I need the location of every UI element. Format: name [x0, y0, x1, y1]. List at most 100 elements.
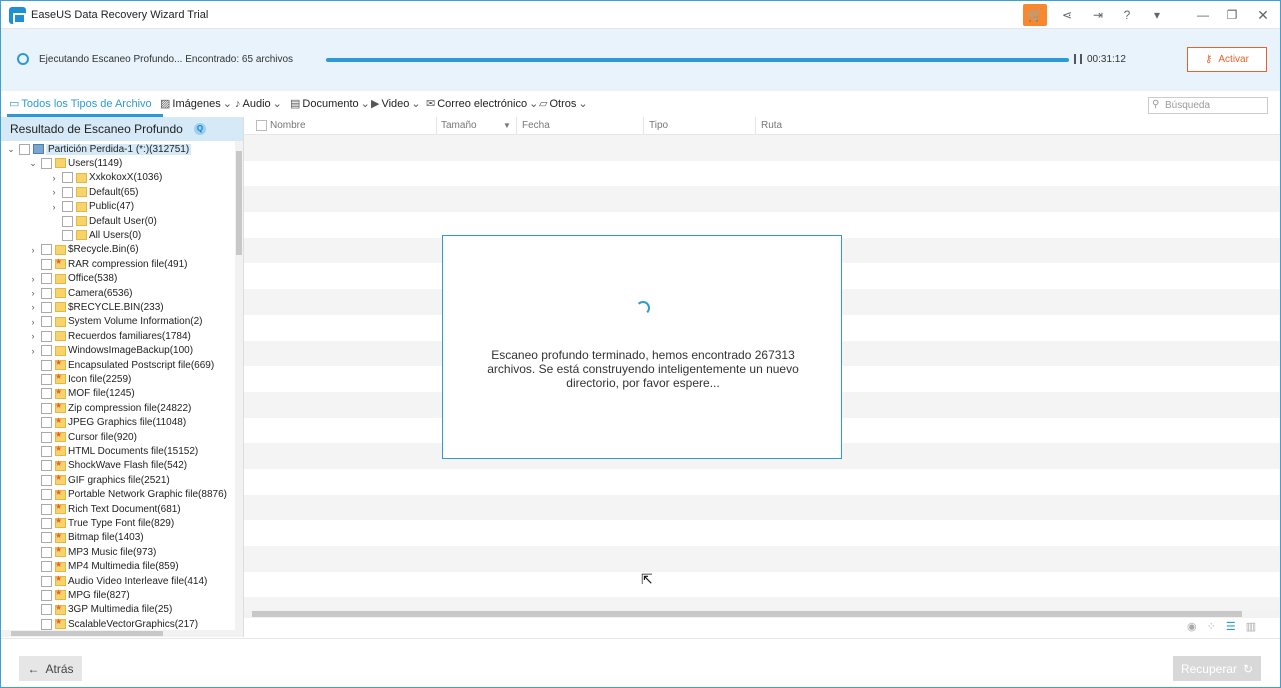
tree-node-checkbox[interactable]	[41, 503, 52, 515]
chevron-right-icon[interactable]: ›	[28, 302, 38, 312]
tree-node-checkbox[interactable]	[62, 201, 73, 213]
list-view-icon[interactable]: ☰	[1226, 620, 1236, 633]
activate-button[interactable]: ⚷ Activar	[1187, 47, 1267, 72]
select-all-checkbox[interactable]	[256, 120, 267, 131]
tree-node[interactable]: 3GP Multimedia file(25)	[28, 603, 172, 617]
tab-document[interactable]: ▤ Documento ⌄	[290, 97, 370, 111]
tree-node-checkbox[interactable]	[41, 330, 52, 342]
tree-node[interactable]: MP4 Multimedia file(859)	[28, 560, 179, 574]
tree-node[interactable]: › Office(538)	[28, 272, 117, 286]
chevron-down-icon[interactable]: ⌄	[6, 144, 16, 155]
tree-node-checkbox[interactable]	[41, 546, 52, 558]
tab-audio[interactable]: ♪ Audio ⌄	[235, 97, 282, 111]
tree-node[interactable]: › Camera(6536)	[28, 286, 132, 300]
tree-node[interactable]: MOF file(1245)	[28, 387, 135, 401]
chevron-right-icon[interactable]: ›	[49, 202, 59, 212]
tab-video[interactable]: ▶ Video ⌄	[371, 97, 421, 111]
tree-node-checkbox[interactable]	[41, 316, 52, 328]
tree-node[interactable]: › XxkokoxX(1036)	[49, 171, 162, 185]
column-date[interactable]: Fecha	[522, 120, 550, 131]
search-input[interactable]: ⚲ Búsqueda	[1148, 97, 1268, 114]
share-icon[interactable]: ⋖	[1055, 4, 1079, 26]
tree-node[interactable]: ⌄ Users(1149)	[28, 156, 122, 170]
maximize-button[interactable]: ❐	[1220, 4, 1244, 26]
column-type[interactable]: Tipo	[649, 120, 668, 131]
chevron-right-icon[interactable]: ›	[28, 245, 38, 255]
tree-node[interactable]: Cursor file(920)	[28, 430, 137, 444]
tree-node[interactable]: GIF graphics file(2521)	[28, 473, 170, 487]
tree-node[interactable]: Bitmap file(1403)	[28, 531, 144, 545]
cart-icon[interactable]: 🛒	[1023, 4, 1047, 26]
sort-down-icon[interactable]: ▼	[503, 121, 511, 130]
chevron-right-icon[interactable]: ›	[28, 346, 38, 356]
tree-node-checkbox[interactable]	[41, 287, 52, 299]
tree-node-checkbox[interactable]	[62, 229, 73, 241]
detail-view-icon[interactable]: ▥	[1246, 620, 1256, 633]
tree-node[interactable]: Encapsulated Postscript file(669)	[28, 358, 214, 372]
tree-node[interactable]: › Default(65)	[49, 185, 138, 199]
tree-node-checkbox[interactable]	[41, 301, 52, 313]
tree-node[interactable]: Rich Text Document(681)	[28, 502, 181, 516]
tree-node-checkbox[interactable]	[41, 460, 52, 472]
tree-node-checkbox[interactable]	[41, 474, 52, 486]
tree-node[interactable]: HTML Documents file(15152)	[28, 444, 198, 458]
tree-node-checkbox[interactable]	[62, 172, 73, 184]
tree-node-checkbox[interactable]	[41, 373, 52, 385]
tree-node-checkbox[interactable]	[41, 445, 52, 457]
tree-node[interactable]: Default User(0)	[49, 214, 157, 228]
tree-node[interactable]: Zip compression file(24822)	[28, 401, 191, 415]
tree-node-checkbox[interactable]	[41, 489, 52, 501]
tree-node[interactable]: ScalableVectorGraphics(217)	[28, 617, 198, 631]
tree-node-checkbox[interactable]	[41, 345, 52, 357]
tree-node-checkbox[interactable]	[41, 157, 52, 169]
tree-node-checkbox[interactable]	[41, 618, 52, 630]
tab-images[interactable]: ▨ Imágenes ⌄	[160, 97, 232, 111]
tree-node[interactable]: Audio Video Interleave file(414)	[28, 574, 207, 588]
tree-node[interactable]: › $Recycle.Bin(6)	[28, 243, 139, 257]
tree-node[interactable]: › System Volume Information(2)	[28, 315, 203, 329]
chevron-right-icon[interactable]: ›	[28, 331, 38, 341]
minimize-button[interactable]: —	[1191, 4, 1215, 26]
tree-node[interactable]: All Users(0)	[49, 228, 141, 242]
tab-all-file-types[interactable]: ▭ Todos los Tipos de Archivo	[9, 97, 152, 111]
tree-node-checkbox[interactable]	[41, 258, 52, 270]
close-button[interactable]: ✕	[1251, 4, 1275, 26]
column-name[interactable]: Nombre	[270, 120, 306, 131]
login-icon[interactable]: ⇥	[1086, 4, 1110, 26]
recover-button[interactable]: Recuperar ↻	[1173, 656, 1261, 681]
tree-node-checkbox[interactable]	[62, 186, 73, 198]
chevron-right-icon[interactable]: ›	[28, 274, 38, 284]
chevron-right-icon[interactable]: ›	[28, 288, 38, 298]
tree-node[interactable]: › WindowsImageBackup(100)	[28, 344, 193, 358]
preview-icon[interactable]: ◉	[1187, 620, 1197, 633]
tree-node-checkbox[interactable]	[41, 517, 52, 529]
tree-node-checkbox[interactable]	[62, 215, 73, 227]
tree-node[interactable]: ShockWave Flash file(542)	[28, 459, 187, 473]
tree-node[interactable]: › Recuerdos familiares(1784)	[28, 329, 191, 343]
tab-email[interactable]: ✉ Correo electrónico ⌄	[426, 97, 538, 111]
tree-node[interactable]: › $RECYCLE.BIN(233)	[28, 300, 164, 314]
tree-node-checkbox[interactable]	[41, 431, 52, 443]
tree-node[interactable]: MP3 Music file(973)	[28, 545, 156, 559]
tree-node-checkbox[interactable]	[41, 402, 52, 414]
tree-node[interactable]: Icon file(2259)	[28, 372, 131, 386]
tree-node-checkbox[interactable]	[41, 417, 52, 429]
help-icon[interactable]: ?	[1115, 4, 1139, 26]
tree-node-checkbox[interactable]	[41, 532, 52, 544]
column-path[interactable]: Ruta	[761, 120, 782, 131]
column-size[interactable]: Tamaño	[441, 120, 477, 131]
tree-horizontal-scrollbar[interactable]	[1, 630, 243, 637]
tree-node-checkbox[interactable]	[19, 143, 30, 155]
tree-node-checkbox[interactable]	[41, 244, 52, 256]
chevron-right-icon[interactable]: ›	[49, 187, 59, 197]
tree-node[interactable]: RAR compression file(491)	[28, 257, 188, 271]
list-horizontal-scrollbar[interactable]	[244, 610, 1280, 618]
tree-node[interactable]: True Type Font file(829)	[28, 516, 174, 530]
pause-icon[interactable]	[1074, 54, 1082, 64]
tree-vertical-scrollbar[interactable]	[235, 141, 243, 631]
tree-node-checkbox[interactable]	[41, 273, 52, 285]
chevron-right-icon[interactable]: ›	[49, 173, 59, 183]
tree-node[interactable]: Portable Network Graphic file(8876)	[28, 488, 227, 502]
tab-others[interactable]: ▱ Otros ⌄	[539, 97, 588, 111]
tree-node[interactable]: JPEG Graphics file(11048)	[28, 416, 186, 430]
